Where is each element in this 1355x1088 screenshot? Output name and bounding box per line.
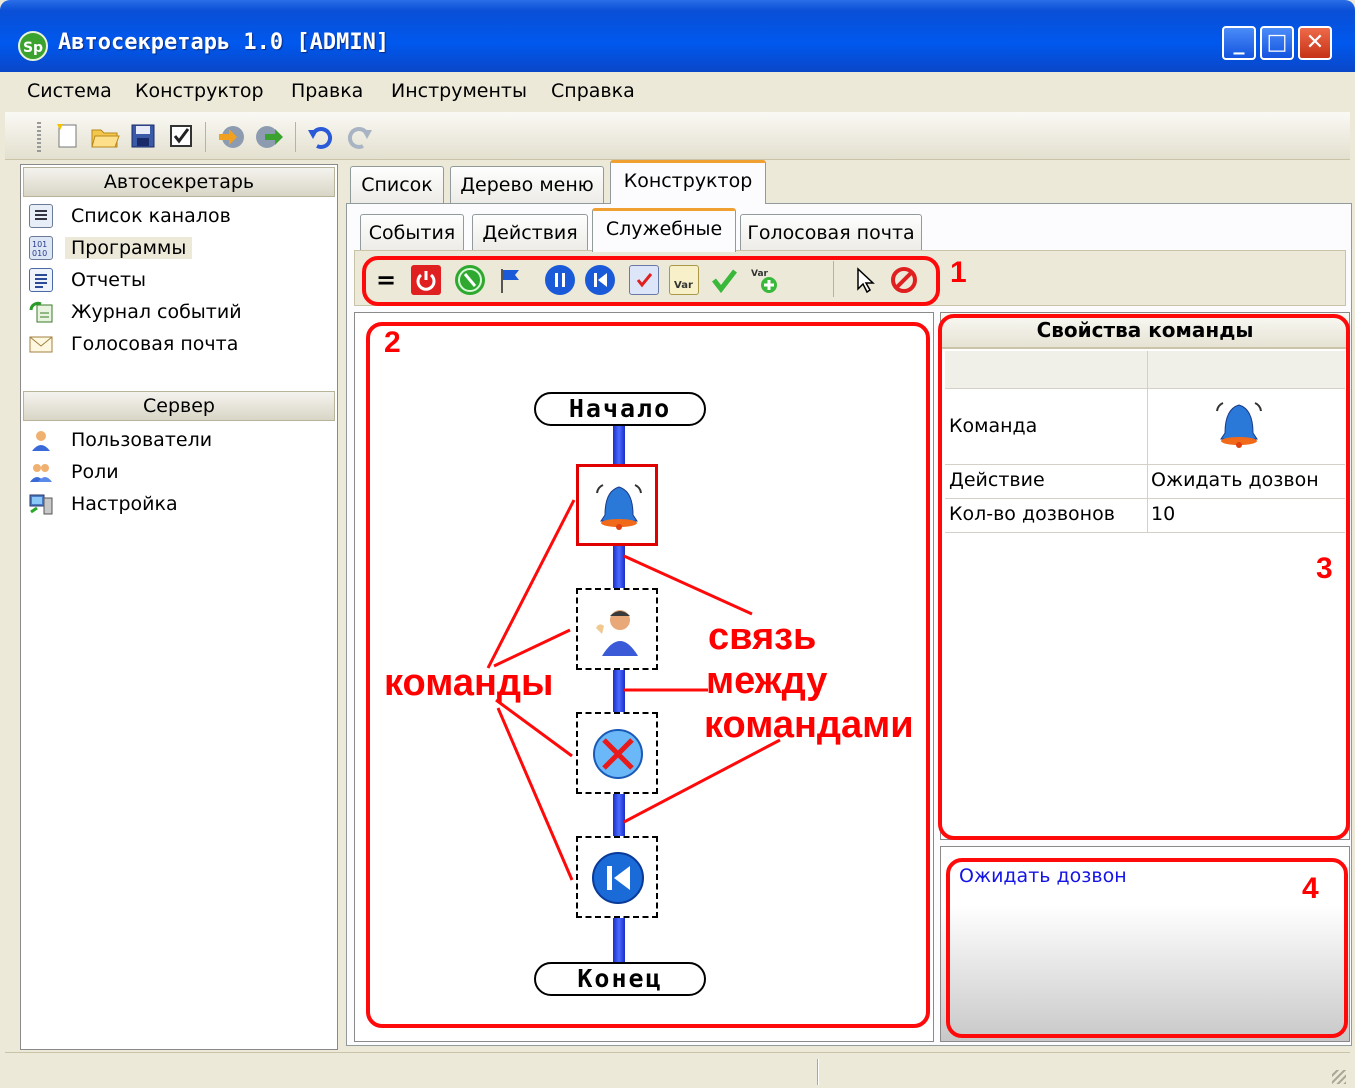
tab-sluzhebnye[interactable]: Служебные (592, 208, 736, 252)
tab-konstruktor[interactable]: Конструктор (610, 160, 766, 204)
